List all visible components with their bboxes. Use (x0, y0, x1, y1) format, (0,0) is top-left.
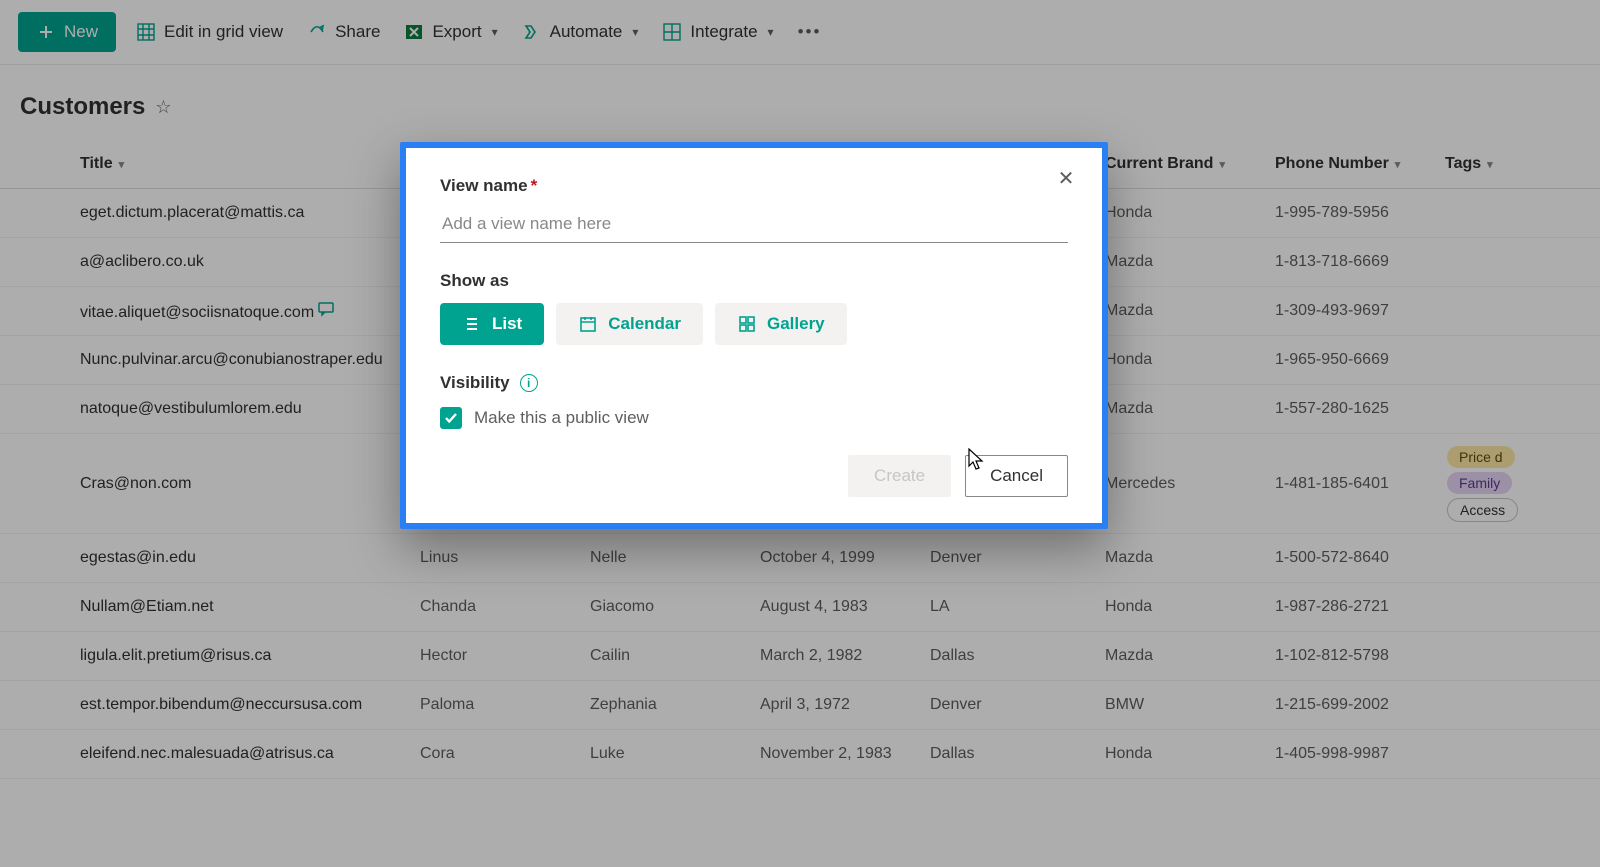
option-list-label: List (492, 314, 522, 334)
list-icon (462, 314, 482, 334)
public-view-checkbox-label: Make this a public view (474, 408, 649, 428)
show-as-options: List Calendar Gallery (440, 303, 1068, 345)
option-gallery-label: Gallery (767, 314, 825, 334)
info-icon[interactable]: i (520, 374, 538, 392)
gallery-icon (737, 314, 757, 334)
create-button[interactable]: Create (848, 455, 951, 497)
option-gallery[interactable]: Gallery (715, 303, 847, 345)
visibility-label: Visibility (440, 373, 510, 393)
close-button[interactable]: ✕ (1048, 160, 1084, 196)
option-list[interactable]: List (440, 303, 544, 345)
required-asterisk: * (531, 176, 538, 195)
create-view-dialog: ✕ View name* Show as List (400, 142, 1108, 529)
show-as-label: Show as (440, 271, 1068, 291)
close-icon: ✕ (1058, 168, 1075, 190)
calendar-icon (578, 314, 598, 334)
option-calendar[interactable]: Calendar (556, 303, 703, 345)
cancel-button[interactable]: Cancel (965, 455, 1068, 497)
view-name-label: View name* (440, 176, 1068, 196)
dialog-footer: Create Cancel (406, 429, 1102, 497)
option-calendar-label: Calendar (608, 314, 681, 334)
view-name-input[interactable] (440, 208, 1068, 243)
public-view-checkbox[interactable] (440, 407, 462, 429)
